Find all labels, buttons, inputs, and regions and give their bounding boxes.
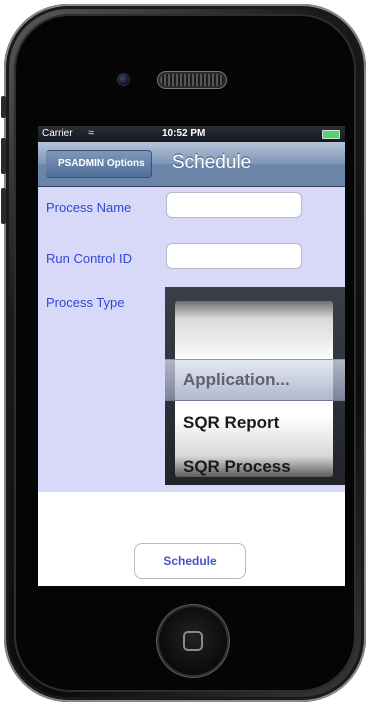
mute-switch	[1, 96, 6, 118]
home-button[interactable]	[159, 607, 227, 675]
battery-icon	[322, 130, 340, 139]
back-button[interactable]: PSADMIN Options	[46, 150, 152, 178]
speaker-grille-icon	[160, 74, 224, 86]
carrier-label: Carrier	[42, 128, 73, 139]
volume-down-button	[1, 188, 6, 224]
picker-empty-row	[175, 301, 333, 363]
home-button-icon	[183, 631, 203, 651]
picker-option-sqr-report[interactable]: SQR Report	[183, 413, 279, 433]
picker-selection-bar[interactable]: Application...	[165, 359, 345, 401]
run-control-id-field[interactable]	[166, 243, 302, 269]
process-type-label: Process Type	[46, 295, 125, 310]
run-control-id-label: Run Control ID	[46, 251, 132, 266]
navigation-bar: PSADMIN Options Schedule	[38, 142, 345, 187]
process-type-picker[interactable]: SQR Report SQR Process Application...	[165, 287, 345, 485]
schedule-form: Process Name Run Control ID Process Type…	[38, 187, 345, 492]
process-name-field[interactable]	[166, 192, 302, 218]
picker-selected-option: Application...	[183, 370, 290, 389]
phone-screen: Carrier ≈ 10:52 PM PSADMIN Options Sched…	[38, 126, 345, 586]
volume-up-button	[1, 138, 6, 174]
back-button-label: PSADMIN Options	[58, 158, 145, 169]
process-name-label: Process Name	[46, 200, 132, 215]
wifi-icon: ≈	[88, 127, 95, 139]
schedule-button[interactable]: Schedule	[134, 543, 246, 579]
picker-option-sqr-process[interactable]: SQR Process	[183, 457, 291, 477]
status-time: 10:52 PM	[162, 128, 206, 139]
page-title: Schedule	[172, 152, 252, 173]
status-bar: Carrier ≈ 10:52 PM	[38, 126, 345, 142]
front-camera-icon	[118, 74, 129, 85]
